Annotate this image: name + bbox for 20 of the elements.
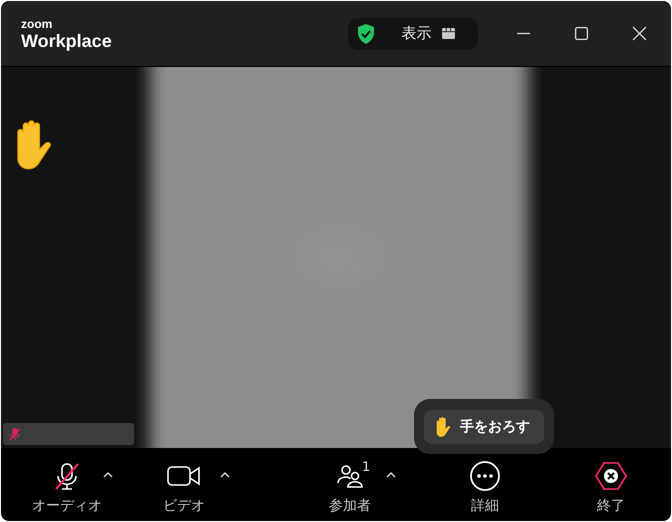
maximize-icon[interactable] (574, 26, 589, 41)
grid-icon (442, 28, 455, 39)
close-icon[interactable] (632, 26, 647, 41)
end-icon (595, 461, 627, 491)
audio-button[interactable]: オーディオ (27, 460, 107, 515)
more-icon (469, 460, 501, 492)
view-button[interactable]: 表示 (402, 24, 455, 43)
caret-icon[interactable] (220, 472, 230, 478)
lower-hand-button[interactable]: 手をおろす (424, 410, 544, 444)
people-icon (336, 463, 364, 489)
logo-text: Workplace (21, 32, 112, 50)
caret-icon[interactable] (386, 472, 396, 478)
video-button[interactable]: ビデオ (144, 460, 224, 515)
caret-icon[interactable] (103, 472, 113, 478)
participant-count: 1 (362, 460, 370, 475)
camera-icon (167, 464, 201, 488)
end-button[interactable]: 終了 (571, 460, 651, 515)
more-button[interactable]: 詳細 (445, 460, 525, 515)
raised-hand-icon (434, 416, 452, 438)
logo-text: zoom (21, 18, 54, 30)
